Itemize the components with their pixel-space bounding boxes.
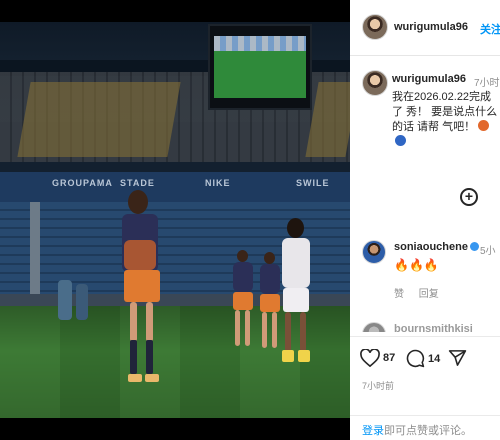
post-side-panel: wurigumula96 关注 wurigumula96 7小时 我在2026.… [350, 0, 500, 440]
caption-time: 7小时 [474, 78, 500, 89]
commenter-avatar[interactable] [362, 240, 386, 264]
reply-button[interactable]: 回复 [419, 289, 439, 300]
like-action[interactable]: 87 [360, 349, 395, 367]
login-prompt-tail: 即可点赞或评论。 [384, 425, 472, 437]
comment-icon[interactable] [406, 349, 425, 368]
comment-action[interactable]: 14 [406, 349, 440, 368]
like-count: 87 [383, 352, 396, 364]
author-avatar[interactable] [362, 14, 388, 40]
follow-button[interactable]: 关注 [480, 21, 500, 37]
stadium-video-screen [208, 24, 312, 110]
plus-circle-icon[interactable]: + [460, 188, 478, 206]
blue-circle-emoji [395, 135, 406, 146]
comment-actions: 赞 回复 [394, 285, 451, 300]
login-prompt-text: 登录即可点赞或评论。 [362, 422, 472, 438]
commenter-2-avatar[interactable] [362, 322, 386, 332]
login-link[interactable]: 登录 [362, 425, 384, 437]
comment-time: 5小 [480, 246, 496, 257]
gold-seats [17, 82, 181, 157]
band-text-2: STADE [120, 178, 155, 188]
band-text-1: GROUPAMA [52, 178, 113, 188]
caption-author-avatar[interactable] [362, 70, 388, 96]
comment-likes-label[interactable]: 赞 [394, 289, 404, 300]
band-text-3: NIKE [205, 178, 231, 188]
post-media-photo[interactable]: GROUPAMA STADE NIKE SWILE [0, 22, 350, 418]
band-text-4: SWILE [296, 178, 330, 188]
caption-text: 我在2026.02.22完成了 秀！ 要是说点什么的话 请帮 气吧！ [392, 90, 500, 150]
heart-icon[interactable] [360, 349, 380, 367]
verified-icon [469, 242, 479, 251]
comment-text: 🔥🔥🔥 [394, 258, 439, 272]
login-prompt: 登录即可点赞或评论。 [350, 415, 500, 440]
comment-count: 14 [428, 352, 441, 365]
screen-crowd [214, 36, 306, 51]
comment-partial: bournsmithkisi [350, 318, 500, 332]
player-mid-1 [230, 250, 256, 356]
player-white-kit [278, 218, 314, 378]
orange-circle-emoji [478, 120, 490, 131]
player-foreground [118, 190, 168, 405]
post-actions: 87 14 7小时前 登录即可点赞或评论。 [350, 336, 500, 440]
comment-2-username[interactable]: bournsmithkisi [394, 323, 473, 332]
comment-username[interactable]: soniaouchene [394, 241, 479, 253]
post-header: wurigumula96 关注 [350, 0, 500, 56]
stadium-ad-band: GROUPAMA STADE NIKE SWILE [0, 172, 350, 202]
share-action[interactable] [448, 349, 467, 367]
instagram-post-view: GROUPAMA STADE NIKE SWILE wurigumula96 关… [0, 0, 500, 440]
caption-author-username[interactable]: wurigumula96 [392, 73, 466, 85]
staff-member-1 [58, 280, 72, 320]
author-username[interactable]: wurigumula96 [394, 21, 468, 33]
post-age: 7小时前 [362, 381, 395, 391]
staff-member-2 [76, 284, 88, 320]
share-icon[interactable] [448, 349, 467, 367]
